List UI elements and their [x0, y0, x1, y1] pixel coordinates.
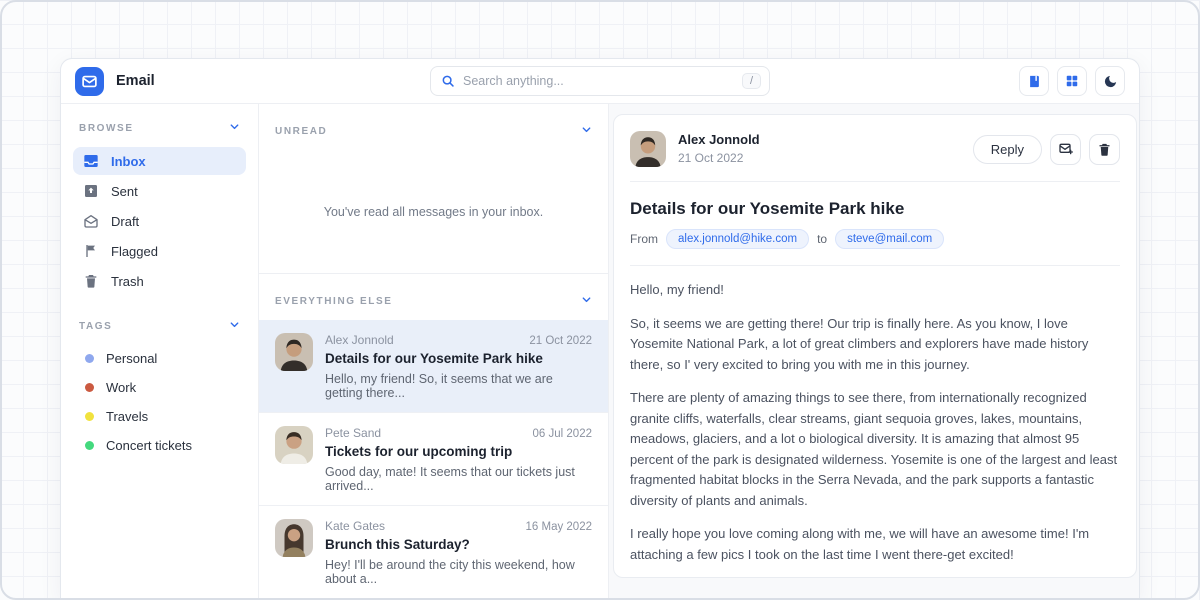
sidebar-item-inbox[interactable]: Inbox	[73, 147, 246, 175]
forward-mail-button[interactable]	[1050, 134, 1081, 165]
browse-collapse-chevron-icon[interactable]	[229, 119, 240, 137]
from-label: From	[630, 232, 658, 246]
browse-section-label: BROWSE	[79, 123, 134, 134]
search-input[interactable]	[463, 74, 734, 88]
avatar	[275, 333, 313, 371]
email-snippet: Hello, my friend! So, it seems that we a…	[325, 372, 592, 400]
email-subject: Details for our Yosemite Park hike	[325, 351, 592, 366]
unread-section-label: UNREAD	[275, 126, 327, 137]
sidebar-item-label: Flagged	[111, 244, 158, 259]
avatar	[630, 131, 666, 167]
email-sender: Pete Sand	[325, 426, 381, 440]
app-header: Email /	[61, 59, 1139, 104]
unread-collapse-chevron-icon[interactable]	[581, 122, 592, 140]
apps-grid-icon	[1065, 74, 1079, 88]
email-date: 21 Oct 2022	[529, 335, 592, 347]
tag-color-dot	[85, 383, 94, 392]
mail-list-column: UNREAD You've read all messages in your …	[259, 104, 609, 600]
email-app-window: Email /	[60, 58, 1140, 600]
email-snippet: Good day, mate! It seems that our ticket…	[325, 465, 592, 493]
notebook-button[interactable]	[1019, 66, 1049, 96]
search-icon	[441, 74, 455, 88]
email-detail-card: Alex Jonnold 21 Oct 2022 Reply	[613, 114, 1137, 578]
tag-item-personal[interactable]: Personal	[73, 345, 246, 372]
email-subject: Tickets for our upcoming trip	[325, 444, 592, 459]
email-list-item[interactable]: Kate Gates 16 May 2022 Brunch this Satur…	[259, 506, 608, 599]
email-date: 06 Jul 2022	[533, 428, 592, 440]
sent-icon	[83, 183, 99, 199]
tag-label: Work	[106, 380, 136, 395]
tag-item-work[interactable]: Work	[73, 374, 246, 401]
to-label: to	[817, 232, 827, 246]
email-body: Hello, my friend! So, it seems we are ge…	[630, 280, 1120, 578]
tag-color-dot	[85, 441, 94, 450]
body-paragraph: There are plenty of amazing things to se…	[630, 388, 1120, 511]
email-subject: Brunch this Saturday?	[325, 537, 592, 552]
sidebar-item-label: Trash	[111, 274, 144, 289]
detail-date: 21 Oct 2022	[678, 151, 760, 167]
search-shortcut-badge: /	[742, 73, 761, 89]
body-paragraph: Hello, my friend!	[630, 280, 1120, 301]
sidebar: BROWSE Inbox	[61, 104, 259, 600]
everything-else-collapse-chevron-icon[interactable]	[581, 292, 592, 310]
tag-color-dot	[85, 354, 94, 363]
notebook-icon	[1027, 74, 1042, 89]
detail-subject: Details for our Yosemite Park hike	[630, 199, 1120, 219]
mail-forward-icon	[1058, 141, 1074, 157]
everything-else-section-label: EVERYTHING ELSE	[275, 296, 393, 307]
email-logo-icon	[75, 67, 104, 96]
app-title: Email	[116, 73, 155, 89]
search-area: /	[430, 66, 770, 96]
email-sender: Alex Jonnold	[325, 333, 394, 347]
tags-section-label: TAGS	[79, 321, 112, 332]
flag-icon	[83, 243, 99, 259]
from-email-pill[interactable]: alex.jonnold@hike.com	[666, 229, 809, 249]
search-box[interactable]: /	[430, 66, 770, 96]
tag-label: Personal	[106, 351, 157, 366]
header-actions	[1019, 66, 1125, 96]
tags-section: TAGS Personal Work Travels	[73, 317, 246, 459]
email-list-item[interactable]: Pete Sand 06 Jul 2022 Tickets for our up…	[259, 413, 608, 506]
to-email-pill[interactable]: steve@mail.com	[835, 229, 944, 249]
moon-dark-mode-icon	[1103, 74, 1118, 89]
sidebar-item-draft[interactable]: Draft	[73, 207, 246, 235]
from-to-row: From alex.jonnold@hike.com to steve@mail…	[630, 229, 1120, 249]
trash-icon	[1097, 142, 1112, 157]
tags-collapse-chevron-icon[interactable]	[229, 317, 240, 335]
tag-item-concert-tickets[interactable]: Concert tickets	[73, 432, 246, 459]
delete-mail-button[interactable]	[1089, 134, 1120, 165]
email-list-item[interactable]: Alex Jonnold 21 Oct 2022 Details for our…	[259, 320, 608, 413]
unread-empty-text: You've read all messages in your inbox.	[324, 205, 543, 219]
draft-icon	[83, 213, 99, 229]
sidebar-item-sent[interactable]: Sent	[73, 177, 246, 205]
sidebar-item-label: Inbox	[111, 154, 146, 169]
trash-icon	[83, 273, 99, 289]
body-paragraph: I really hope you love coming along with…	[630, 524, 1120, 565]
detail-sender-name: Alex Jonnold	[678, 132, 760, 149]
apps-grid-button[interactable]	[1057, 66, 1087, 96]
avatar	[275, 519, 313, 557]
email-detail-panel: Alex Jonnold 21 Oct 2022 Reply	[609, 104, 1139, 600]
dark-mode-button[interactable]	[1095, 66, 1125, 96]
unread-empty-state: You've read all messages in your inbox.	[259, 150, 608, 274]
reply-button[interactable]: Reply	[973, 135, 1042, 164]
sidebar-item-label: Sent	[111, 184, 138, 199]
brand: Email	[75, 67, 155, 96]
tag-item-travels[interactable]: Travels	[73, 403, 246, 430]
email-sender: Kate Gates	[325, 519, 385, 533]
tag-label: Concert tickets	[106, 438, 192, 453]
email-date: 16 May 2022	[526, 521, 593, 533]
body-paragraph: So, it seems we are getting there! Our t…	[630, 314, 1120, 376]
tag-color-dot	[85, 412, 94, 421]
tag-label: Travels	[106, 409, 148, 424]
email-snippet: Hey! I'll be around the city this weeken…	[325, 558, 592, 586]
inbox-icon	[83, 153, 99, 169]
sidebar-item-label: Draft	[111, 214, 139, 229]
sidebar-item-flagged[interactable]: Flagged	[73, 237, 246, 265]
avatar	[275, 426, 313, 464]
sidebar-item-trash[interactable]: Trash	[73, 267, 246, 295]
